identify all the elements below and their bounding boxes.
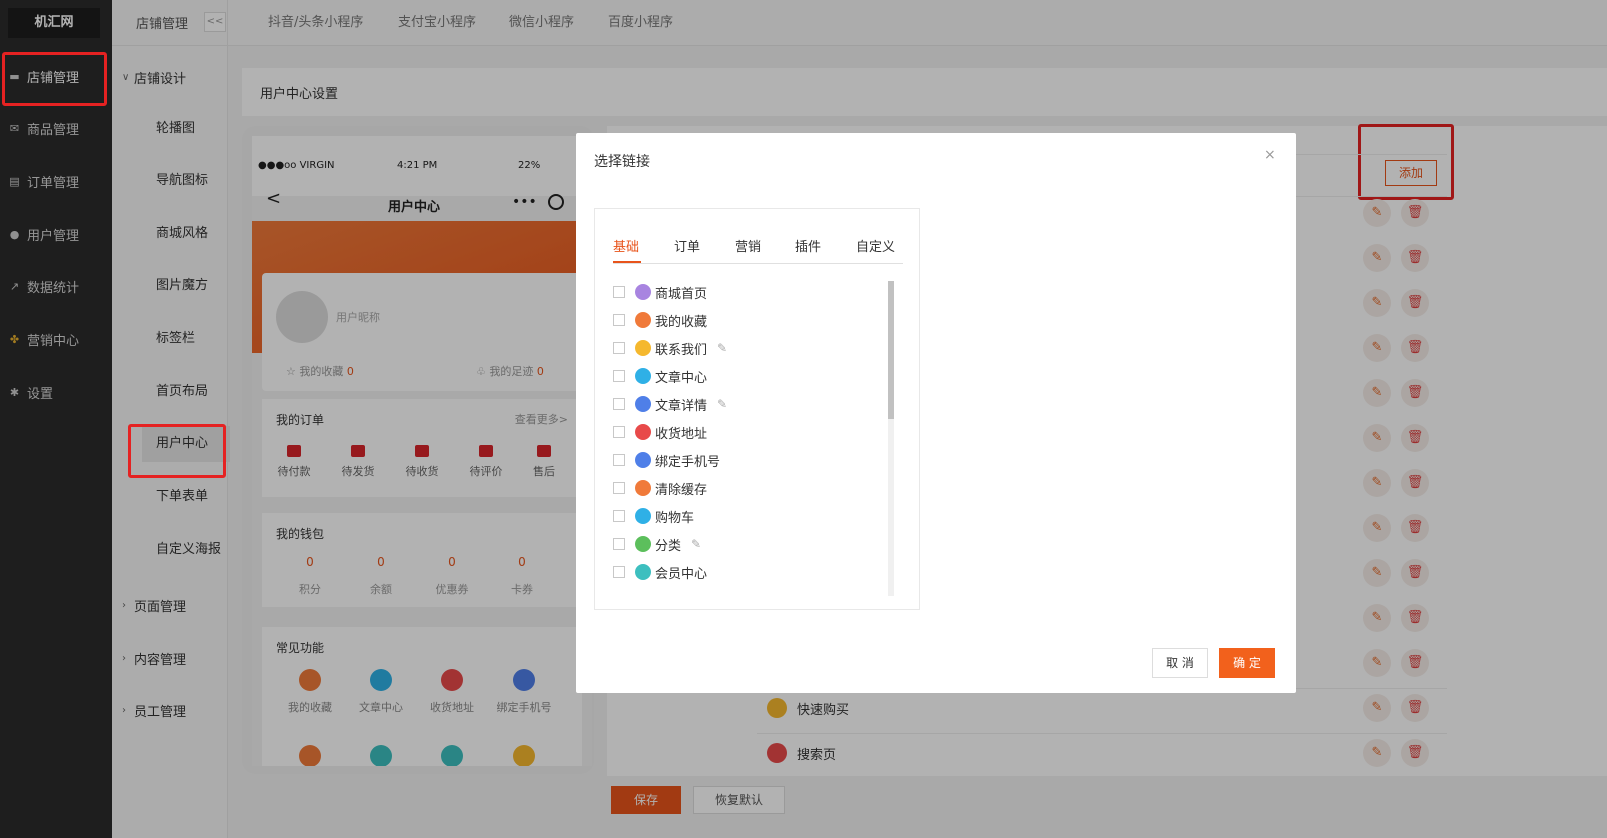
link-label: 联系我们: [655, 342, 708, 358]
checkbox[interactable]: [613, 426, 625, 438]
article-detail-icon: [635, 396, 651, 412]
annotation-highlight-user-center: [128, 424, 226, 478]
list-item[interactable]: 购物车: [613, 505, 694, 527]
location-icon: [635, 424, 651, 440]
checkbox[interactable]: [613, 398, 625, 410]
list-item[interactable]: 商城首页: [613, 281, 707, 303]
checkbox[interactable]: [613, 454, 625, 466]
link-label: 清除缓存: [655, 482, 708, 498]
tab-orders[interactable]: 订单: [674, 236, 700, 255]
cancel-button[interactable]: 取 消: [1152, 648, 1208, 678]
phone-icon: [635, 452, 651, 468]
checkbox[interactable]: [613, 538, 625, 550]
link-picker: 基础 订单 营销 插件 自定义 商城首页 我的收藏 联系我们 ✎ 文章中心 文章详…: [594, 208, 920, 610]
phone-call-icon: [635, 340, 651, 356]
category-icon: [635, 536, 651, 552]
list-item[interactable]: 文章中心: [613, 365, 707, 387]
list-item[interactable]: 收货地址: [613, 421, 707, 443]
checkbox[interactable]: [613, 342, 625, 354]
checkbox[interactable]: [613, 314, 625, 326]
article-icon: [635, 368, 651, 384]
list-item[interactable]: 文章详情 ✎: [613, 393, 727, 415]
pencil-icon[interactable]: ✎: [717, 397, 727, 411]
annotation-highlight-store: [2, 52, 107, 106]
tab-custom[interactable]: 自定义: [856, 236, 895, 255]
link-label: 文章中心: [655, 370, 708, 386]
scrollbar[interactable]: [888, 281, 894, 596]
link-label: 绑定手机号: [655, 454, 721, 470]
link-label: 我的收藏: [655, 314, 708, 330]
checkbox[interactable]: [613, 510, 625, 522]
link-label: 收货地址: [655, 426, 708, 442]
checkbox[interactable]: [613, 482, 625, 494]
trash-cache-icon: [635, 480, 651, 496]
link-label: 分类: [655, 538, 682, 554]
list-item[interactable]: 绑定手机号: [613, 449, 720, 471]
list-item[interactable]: 会员中心: [613, 561, 707, 583]
list-item[interactable]: 联系我们 ✎: [613, 337, 727, 359]
tab-basic[interactable]: 基础: [613, 236, 639, 255]
list-item[interactable]: 清除缓存: [613, 477, 707, 499]
scrollbar-thumb[interactable]: [888, 281, 894, 419]
list-item[interactable]: 我的收藏: [613, 309, 707, 331]
link-label: 会员中心: [655, 566, 708, 582]
list-item[interactable]: 分类 ✎: [613, 533, 701, 555]
link-label: 商城首页: [655, 286, 708, 302]
cart-icon: [635, 508, 651, 524]
tab-marketing[interactable]: 营销: [735, 236, 761, 255]
confirm-button[interactable]: 确 定: [1219, 648, 1275, 678]
link-label: 文章详情: [655, 398, 708, 414]
pencil-icon[interactable]: ✎: [717, 341, 727, 355]
crown-icon: [635, 564, 651, 580]
checkbox[interactable]: [613, 370, 625, 382]
tab-indicator: [613, 261, 641, 263]
checkbox[interactable]: [613, 286, 625, 298]
pencil-icon[interactable]: ✎: [691, 537, 701, 551]
favorite-icon: [635, 312, 651, 328]
dialog-title: 选择链接: [594, 154, 650, 170]
close-icon[interactable]: ×: [1264, 147, 1276, 163]
select-link-dialog: 选择链接 × 基础 订单 营销 插件 自定义 商城首页 我的收藏 联系我们 ✎ 文…: [576, 133, 1296, 693]
link-label: 购物车: [655, 510, 695, 526]
link-tabs: 基础 订单 营销 插件 自定义: [613, 236, 903, 264]
home-icon: [635, 284, 651, 300]
tab-plugins[interactable]: 插件: [795, 236, 821, 255]
checkbox[interactable]: [613, 566, 625, 578]
